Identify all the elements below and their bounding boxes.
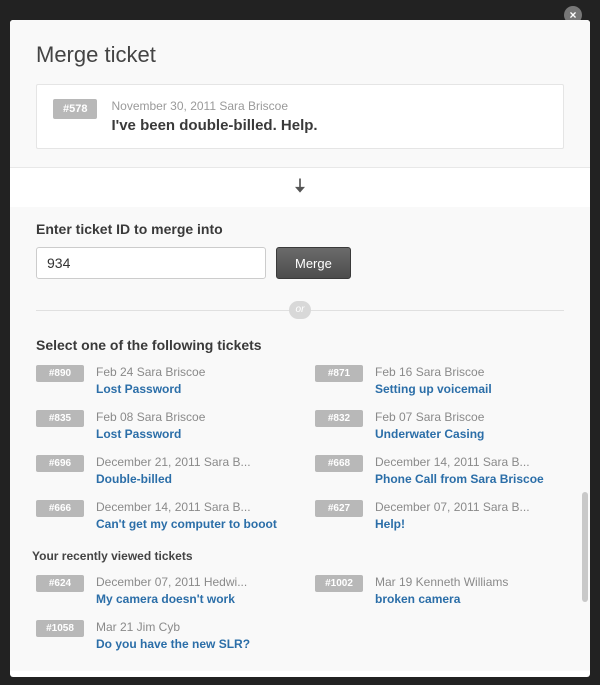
ticket-badge: #832 xyxy=(315,410,363,427)
ticket-badge: #1002 xyxy=(315,575,363,592)
source-ticket-card: #578 November 30, 2011 Sara Briscoe I've… xyxy=(36,84,564,149)
ticket-item[interactable]: #627 December 07, 2011 Sara B... Help! xyxy=(315,500,564,531)
ticket-meta: Mar 19 Kenneth Williams xyxy=(375,575,508,589)
ticket-subject: Setting up voicemail xyxy=(375,382,492,396)
ticket-item[interactable]: #696 December 21, 2011 Sara B... Double-bi… xyxy=(36,455,285,486)
ticket-item[interactable]: #624 December 07, 2011 Hedwi... My camera … xyxy=(36,575,285,606)
ticket-meta: December 14, 2011 Sara B... xyxy=(96,500,277,514)
ticket-meta: Feb 16 Sara Briscoe xyxy=(375,365,492,379)
ticket-subject: Help! xyxy=(375,517,530,531)
recent-tickets-grid: #624 December 07, 2011 Hedwi... My camera … xyxy=(36,575,564,651)
ticket-id-label: Enter ticket ID to merge into xyxy=(36,221,564,237)
ticket-badge: #890 xyxy=(36,365,84,382)
ticket-meta: December 07, 2011 Hedwi... xyxy=(96,575,247,589)
ticket-id-input[interactable] xyxy=(36,247,266,279)
ticket-subject: Phone Call from Sara Briscoe xyxy=(375,472,544,486)
ticket-item[interactable]: #835 Feb 08 Sara Briscoe Lost Password xyxy=(36,410,285,441)
ticket-item[interactable]: #871 Feb 16 Sara Briscoe Setting up voicem… xyxy=(315,365,564,396)
page-title: Merge ticket xyxy=(36,42,564,68)
ticket-badge: #835 xyxy=(36,410,84,427)
ticket-subject: My camera doesn't work xyxy=(96,592,247,606)
ticket-meta: Feb 08 Sara Briscoe xyxy=(96,410,205,424)
scrollbar-thumb[interactable] xyxy=(582,492,588,602)
source-ticket-subject: I've been double-billed. Help. xyxy=(111,117,317,134)
ticket-meta: Feb 24 Sara Briscoe xyxy=(96,365,205,379)
ticket-subject: broken camera xyxy=(375,592,508,606)
select-tickets-label: Select one of the following tickets xyxy=(36,337,564,353)
ticket-badge: #624 xyxy=(36,575,84,592)
source-ticket-meta: November 30, 2011 Sara Briscoe xyxy=(111,99,317,113)
merge-button[interactable]: Merge xyxy=(276,247,351,279)
or-badge: or xyxy=(289,301,311,319)
ticket-item[interactable]: #1058 Mar 21 Jim Cyb Do you have the new S… xyxy=(36,620,285,651)
ticket-badge: #668 xyxy=(315,455,363,472)
ticket-meta: Feb 07 Sara Briscoe xyxy=(375,410,484,424)
ticket-badge: #696 xyxy=(36,455,84,472)
ticket-badge: #871 xyxy=(315,365,363,382)
ticket-badge: #666 xyxy=(36,500,84,517)
modal-header: Merge ticket #578 November 30, 2011 Sara… xyxy=(10,20,590,168)
recent-tickets-label: Your recently viewed tickets xyxy=(32,549,564,563)
ticket-meta: December 21, 2011 Sara B... xyxy=(96,455,251,469)
ticket-badge: #1058 xyxy=(36,620,84,637)
ticket-meta: Mar 21 Jim Cyb xyxy=(96,620,250,634)
ticket-item[interactable]: #1002 Mar 19 Kenneth Williams broken camer… xyxy=(315,575,564,606)
ticket-item[interactable]: #890 Feb 24 Sara Briscoe Lost Password xyxy=(36,365,285,396)
modal-body: Enter ticket ID to merge into Merge or S… xyxy=(10,207,590,671)
ticket-subject: Double-billed xyxy=(96,472,251,486)
ticket-subject: Lost Password xyxy=(96,427,205,441)
ticket-meta: December 14, 2011 Sara B... xyxy=(375,455,544,469)
ticket-item[interactable]: #666 December 14, 2011 Sara B... Can't get… xyxy=(36,500,285,531)
ticket-item[interactable]: #668 December 14, 2011 Sara B... Phone Cal… xyxy=(315,455,564,486)
ticket-subject: Lost Password xyxy=(96,382,205,396)
merge-ticket-modal: Merge ticket #578 November 30, 2011 Sara… xyxy=(10,20,590,677)
or-divider: or xyxy=(36,301,564,319)
ticket-meta: December 07, 2011 Sara B... xyxy=(375,500,530,514)
ticket-subject: Do you have the new SLR? xyxy=(96,637,250,651)
arrow-down-icon xyxy=(10,168,590,207)
tickets-grid: #890 Feb 24 Sara Briscoe Lost Password #871… xyxy=(36,365,564,531)
ticket-subject: Underwater Casing xyxy=(375,427,484,441)
ticket-subject: Can't get my computer to booot xyxy=(96,517,277,531)
source-ticket-badge: #578 xyxy=(53,99,97,119)
ticket-badge: #627 xyxy=(315,500,363,517)
ticket-item[interactable]: #832 Feb 07 Sara Briscoe Underwater Casing xyxy=(315,410,564,441)
